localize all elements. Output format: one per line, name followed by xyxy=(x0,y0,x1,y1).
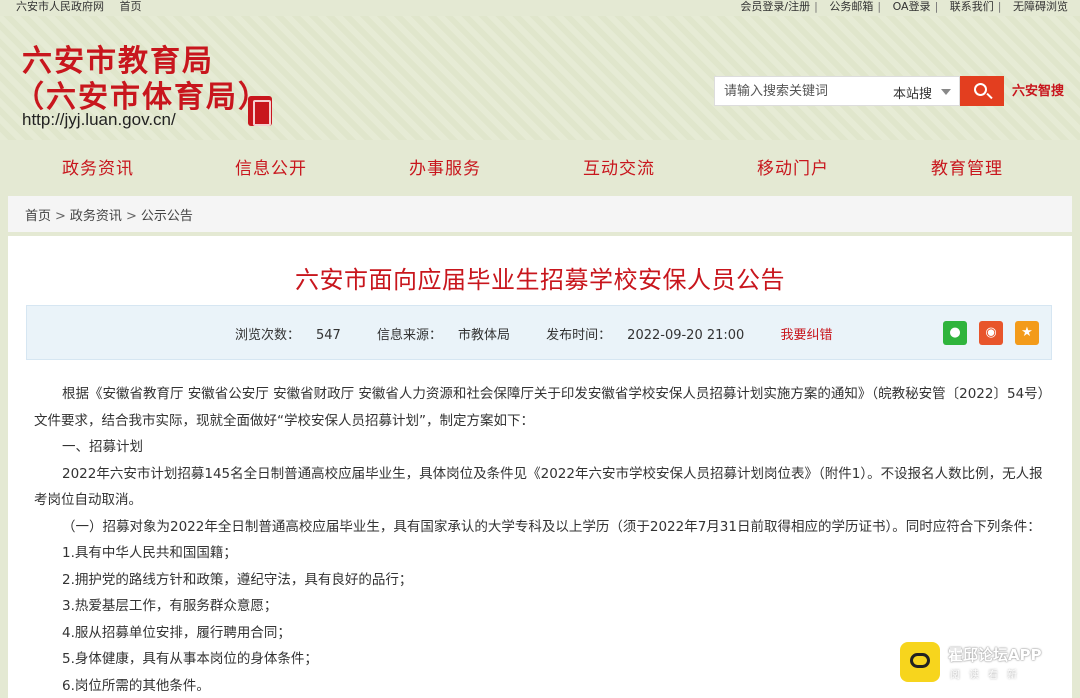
favorite-button[interactable]: ★ xyxy=(1015,321,1039,345)
nav-item-mobile[interactable]: 移动门户 xyxy=(757,154,829,179)
view-count: 547 xyxy=(316,328,341,343)
main-nav: 政务资讯 信息公开 办事服务 互动交流 移动门户 教育管理 xyxy=(0,140,1080,192)
site-header: 六安市教育局 （六安市体育局） http://jyj.luan.gov.cn/ … xyxy=(0,16,1080,140)
app-watermark: 霍邱论坛APP 阅读看新 xyxy=(900,642,1080,698)
source-label: 信息来源： xyxy=(376,328,442,343)
paragraph: 2022年六安市计划招募145名全日制普通高校应届毕业生，具体岗位及条件见《20… xyxy=(34,465,1043,509)
search-button[interactable] xyxy=(960,76,1004,106)
date-label: 发布时间： xyxy=(546,328,612,343)
nav-item-disclosure[interactable]: 信息公开 xyxy=(235,154,307,179)
nav-item-news[interactable]: 政务资讯 xyxy=(62,154,134,179)
paragraph: 根据《安徽省教育厅 安徽省公安厅 安徽省财政厅 安徽省人力资源和社会保障厅关于印… xyxy=(34,386,1052,429)
nav-item-services[interactable]: 办事服务 xyxy=(409,154,481,179)
contact-link[interactable]: 联系我们 xyxy=(950,0,994,13)
breadcrumb: 首页 > 政务资讯 > 公示公告 xyxy=(8,196,1072,232)
article-meta-bar: 浏览次数： 547 信息来源： 市教体局 发布时间： 2022-09-20 21:00… xyxy=(26,305,1052,360)
gov-site-link[interactable]: 六安市人民政府网 xyxy=(16,0,104,13)
list-item: 3.热爱基层工作，有服务群众意愿； xyxy=(62,598,278,614)
top-bar: 六安市人民政府网 首页 会员登录/注册 | 公务邮箱 | OA登录 | 联系我们 | 无… xyxy=(16,0,1068,13)
watermark-title: 霍邱论坛APP xyxy=(948,646,1042,664)
star-icon: ★ xyxy=(1021,325,1033,340)
smart-search-link[interactable]: 六安智搜 xyxy=(1012,80,1064,99)
home-link[interactable]: 首页 xyxy=(120,0,142,13)
article-title: 六安市面向应届毕业生招募学校安保人员公告 xyxy=(295,266,785,294)
weibo-share-button[interactable]: ◉ xyxy=(979,321,1003,345)
login-link[interactable]: 会员登录/注册 xyxy=(740,0,810,13)
paragraph: 一、招募计划 xyxy=(62,439,143,455)
watermark-subtitle: 阅读看新 xyxy=(950,670,1026,681)
chat-bubble-logo-icon xyxy=(900,642,940,682)
site-url: http://jyj.luan.gov.cn/ xyxy=(22,110,176,129)
list-item: 2.拥护党的路线方针和政策，遵纪守法，具有良好的品行； xyxy=(62,571,413,588)
publish-date: 2022-09-20 21:00 xyxy=(627,328,745,343)
mail-link[interactable]: 公务邮箱 xyxy=(829,0,873,13)
nav-item-education[interactable]: 教育管理 xyxy=(931,154,1003,179)
list-item: 1.具有中华人民共和国国籍； xyxy=(62,545,237,561)
breadcrumb-notices[interactable]: 公示公告 xyxy=(141,209,193,224)
weibo-icon: ◉ xyxy=(985,325,997,340)
paragraph: （一）招募对象为2022年全日制普通高校应届毕业生，具有国家承认的大学专科及以上… xyxy=(62,518,1041,535)
breadcrumb-news[interactable]: 政务资讯 xyxy=(70,209,122,224)
wechat-share-button[interactable]: ● xyxy=(943,321,967,345)
search-box: 本站搜 xyxy=(714,76,960,106)
accessibility-link[interactable]: 无障碍浏览 xyxy=(1013,0,1068,13)
report-error-link[interactable]: 我要纠错 xyxy=(780,328,832,343)
search-icon xyxy=(974,83,987,96)
search-input[interactable] xyxy=(715,77,885,105)
breadcrumb-home[interactable]: 首页 xyxy=(25,209,51,224)
wechat-icon: ● xyxy=(949,325,961,340)
views-label: 浏览次数： xyxy=(235,328,301,343)
oa-login-link[interactable]: OA登录 xyxy=(893,0,931,13)
nav-item-interaction[interactable]: 互动交流 xyxy=(583,154,655,179)
seal-logo-icon xyxy=(248,96,272,126)
search-scope-select[interactable]: 本站搜 xyxy=(893,83,932,102)
chevron-down-icon[interactable] xyxy=(941,89,951,95)
article-source: 市教体局 xyxy=(458,328,511,343)
article-container: 六安市面向应届毕业生招募学校安保人员公告 浏览次数： 547 信息来源： 市教体局 … xyxy=(8,236,1072,698)
